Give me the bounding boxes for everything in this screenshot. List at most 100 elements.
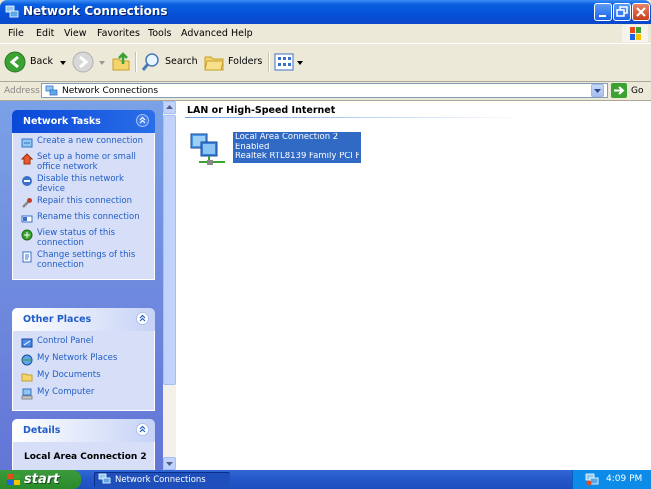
address-dropdown-button[interactable] [591, 84, 604, 97]
forward-arrow-icon [72, 51, 94, 73]
up-folder-button[interactable] [110, 50, 132, 74]
toolbar-separator [135, 52, 137, 72]
connection-device: Realtek RTL8139 Family PCI F... [235, 152, 359, 161]
toolbar-separator [268, 52, 270, 72]
disable-device-icon [22, 176, 32, 186]
back-label: Back [30, 56, 54, 67]
up-folder-icon [112, 52, 130, 71]
task-pane-scrollbar[interactable] [163, 101, 176, 470]
collapse-icon[interactable] [136, 114, 149, 127]
new-connection-icon [21, 138, 33, 148]
network-tasks-list: Create a new connection Set up a home or… [12, 133, 155, 280]
folders-label: Folders [228, 56, 263, 67]
taskbar-window-button[interactable]: Network Connections [94, 472, 230, 487]
collapse-icon[interactable] [136, 312, 149, 325]
toolbar: Back Search Folders [0, 44, 651, 82]
windows-logo-icon [7, 474, 20, 485]
connection-item[interactable]: Local Area Connection 2 Enabled Realtek … [189, 130, 361, 170]
task-home-network[interactable]: Set up a home or small office network [13, 152, 154, 172]
group-divider [185, 117, 525, 118]
clock: 4:09 PM [606, 474, 643, 484]
back-button[interactable]: Back [4, 50, 68, 74]
other-places-list: Control Panel My Network Places My Docum… [12, 331, 155, 411]
connection-name: Local Area Connection 2 [235, 133, 339, 142]
address-bar: Address Network Connections Go [0, 82, 651, 101]
title-bar[interactable]: Network Connections [0, 0, 651, 24]
menu-view[interactable]: View [64, 28, 87, 39]
go-arrow-icon [614, 86, 625, 95]
start-button[interactable]: start [0, 470, 81, 489]
connection-status: Enabled [235, 142, 270, 152]
window-title: Network Connections [23, 4, 168, 18]
control-panel-icon [21, 338, 33, 348]
go-label[interactable]: Go [631, 86, 643, 96]
other-places-header[interactable]: Other Places [12, 308, 155, 331]
menu-help[interactable]: Help [231, 28, 253, 39]
chevron-down-icon [594, 89, 601, 93]
folders-button[interactable]: Folders [203, 50, 265, 74]
network-status-icon[interactable] [585, 473, 599, 486]
search-icon [141, 53, 159, 71]
folders-icon [204, 56, 224, 71]
chevron-down-icon [297, 61, 303, 65]
go-button[interactable] [611, 83, 627, 98]
scroll-thumb[interactable] [163, 115, 176, 385]
restore-button[interactable] [613, 3, 631, 21]
details-title: Details [23, 425, 61, 436]
other-places-title: Other Places [23, 314, 92, 325]
repair-icon [22, 198, 32, 208]
address-input[interactable]: Network Connections [41, 83, 608, 98]
place-network-places[interactable]: My Network Places [13, 353, 154, 367]
menu-bar: File Edit View Favorites Tools Advanced … [0, 24, 651, 44]
address-value: Network Connections [62, 86, 159, 96]
lan-connection-icon [190, 133, 225, 165]
menu-advanced[interactable]: Advanced [181, 28, 228, 39]
back-arrow-icon [4, 51, 26, 73]
views-icon [274, 53, 294, 71]
network-tasks-header[interactable]: Network Tasks [12, 110, 155, 133]
explorer-window: Network Connections File Edit View Favor… [0, 0, 651, 470]
network-connections-icon [98, 473, 111, 484]
details-panel: Details Local Area Connection 2 [12, 419, 155, 470]
details-item-title: Local Area Connection 2 [24, 452, 147, 462]
task-pane: Network Tasks Create a new connection Se… [0, 101, 163, 470]
close-button[interactable] [632, 3, 650, 21]
menu-edit[interactable]: Edit [36, 28, 54, 39]
network-connections-icon [45, 85, 58, 96]
task-change-settings[interactable]: Change settings of this connection [13, 250, 154, 270]
menu-tools[interactable]: Tools [148, 28, 171, 39]
menu-favorites[interactable]: Favorites [97, 28, 140, 39]
other-places-panel: Other Places Control Panel My Network Pl… [12, 308, 155, 411]
details-body: Local Area Connection 2 [12, 442, 155, 470]
network-places-icon [21, 354, 33, 366]
task-repair-connection[interactable]: Repair this connection [13, 196, 154, 210]
search-button[interactable]: Search [140, 50, 200, 74]
place-my-computer[interactable]: My Computer [13, 387, 154, 401]
taskbar-window-label: Network Connections [115, 475, 206, 485]
taskbar: start Network Connections 4:09 PM [0, 470, 651, 489]
scroll-down-button[interactable] [163, 457, 176, 470]
task-disable-device[interactable]: Disable this network device [13, 174, 154, 194]
task-create-connection[interactable]: Create a new connection [13, 136, 154, 150]
group-header: LAN or High-Speed Internet [187, 105, 336, 116]
connections-view: LAN or High-Speed Internet Local Area Co… [176, 101, 651, 470]
close-icon [636, 7, 646, 17]
task-view-status[interactable]: View status of this connection [13, 228, 154, 248]
windows-logo-icon [622, 25, 648, 42]
task-rename-connection[interactable]: Rename this connection [13, 212, 154, 226]
minimize-button[interactable] [594, 3, 612, 21]
connection-label: Local Area Connection 2 Enabled Realtek … [233, 132, 361, 163]
rename-icon [21, 215, 33, 223]
collapse-icon[interactable] [136, 423, 149, 436]
network-tasks-title: Network Tasks [23, 116, 101, 127]
forward-button[interactable] [72, 50, 108, 74]
scroll-up-button[interactable] [163, 101, 176, 114]
start-label: start [24, 472, 60, 487]
address-label: Address [4, 86, 40, 96]
views-button[interactable] [273, 50, 303, 74]
place-my-documents[interactable]: My Documents [13, 370, 154, 384]
chevron-down-icon [99, 61, 105, 65]
details-header[interactable]: Details [12, 419, 155, 442]
menu-file[interactable]: File [8, 28, 24, 39]
place-control-panel[interactable]: Control Panel [13, 336, 154, 350]
